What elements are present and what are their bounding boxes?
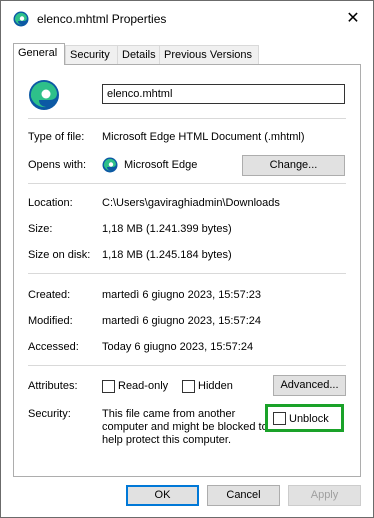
close-icon[interactable]: ✕ — [341, 7, 365, 31]
hidden-checkbox[interactable] — [182, 380, 195, 393]
security-text: This file came from another — [102, 408, 236, 420]
ok-button[interactable]: OK — [126, 485, 199, 506]
accessed-label: Accessed: — [28, 341, 79, 353]
change-button[interactable]: Change... — [242, 155, 345, 176]
security-label: Security: — [28, 408, 71, 420]
modified-label: Modified: — [28, 315, 73, 327]
tab-security[interactable]: Security — [65, 45, 119, 64]
size-label: Size: — [28, 223, 53, 235]
divider — [28, 365, 346, 366]
attributes-label: Attributes: — [28, 380, 78, 392]
properties-dialog: elenco.mhtml Properties ✕ General Securi… — [0, 0, 374, 518]
title-bar: elenco.mhtml Properties ✕ — [1, 1, 373, 39]
readonly-checkbox[interactable] — [102, 380, 115, 393]
edge-icon — [102, 157, 118, 173]
readonly-label: Read-only — [118, 380, 169, 392]
edge-icon — [13, 11, 29, 27]
window-title: elenco.mhtml Properties — [37, 12, 167, 26]
security-text: computer and might be blocked to — [102, 421, 268, 433]
tab-previous-versions[interactable]: Previous Versions — [159, 45, 259, 64]
size-on-disk-value: 1,18 MB (1.245.184 bytes) — [102, 249, 232, 261]
created-label: Created: — [28, 289, 71, 301]
cancel-button[interactable]: Cancel — [207, 485, 280, 506]
general-panel: elenco.mhtml Type of file: Microsoft Edg… — [13, 64, 361, 477]
divider — [28, 273, 346, 274]
file-name-input[interactable]: elenco.mhtml — [102, 84, 345, 104]
divider — [28, 118, 346, 119]
location-label: Location: — [28, 197, 73, 209]
edge-file-icon — [29, 80, 59, 110]
opens-with-label: Opens with: — [28, 159, 87, 171]
created-value: martedì 6 giugno 2023, 15:57:23 — [102, 289, 262, 301]
accessed-value: Today 6 giugno 2023, 15:57:24 — [102, 341, 254, 353]
hidden-label: Hidden — [198, 380, 233, 392]
divider — [28, 183, 346, 184]
modified-value: martedì 6 giugno 2023, 15:57:24 — [102, 315, 262, 327]
security-text: help protect this computer. — [102, 434, 232, 446]
location-value: C:\Users\gaviraghiadmin\Downloads — [102, 197, 280, 209]
size-on-disk-label: Size on disk: — [28, 249, 91, 261]
type-label: Type of file: — [28, 131, 85, 143]
apply-button[interactable]: Apply — [288, 485, 361, 506]
opens-with-value: Microsoft Edge — [124, 159, 198, 171]
advanced-button[interactable]: Advanced... — [273, 375, 346, 396]
unblock-label[interactable]: Unblock — [289, 413, 329, 425]
type-value: Microsoft Edge HTML Document (.mhtml) — [102, 131, 305, 143]
size-value: 1,18 MB (1.241.399 bytes) — [102, 223, 232, 235]
unblock-checkbox[interactable] — [273, 412, 286, 425]
tab-general[interactable]: General — [13, 43, 65, 65]
